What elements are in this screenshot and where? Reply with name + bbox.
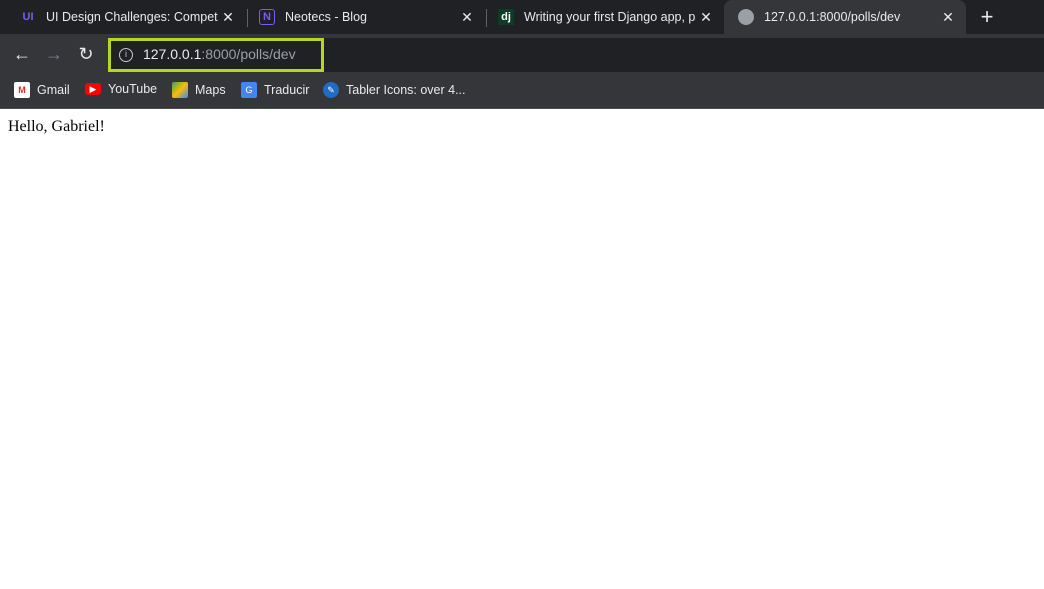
reload-button[interactable]: ↻: [76, 44, 96, 65]
tab-polls-dev[interactable]: 127.0.0.1:8000/polls/dev ✕: [724, 0, 966, 34]
bookmark-gmail[interactable]: M Gmail: [14, 82, 70, 98]
new-tab-button[interactable]: +: [977, 4, 997, 30]
back-button[interactable]: ←: [12, 44, 32, 65]
address-path: :8000/polls/dev: [201, 46, 296, 62]
translate-icon: G: [241, 82, 257, 98]
django-logo-icon: dj: [498, 9, 514, 25]
bookmark-tabler[interactable]: ✎ Tabler Icons: over 4...: [323, 82, 466, 98]
tab-title: Neotecs - Blog: [285, 10, 367, 24]
forward-button[interactable]: →: [44, 44, 64, 65]
tab-title: 127.0.0.1:8000/polls/dev: [764, 10, 901, 24]
tab-neotecs[interactable]: N Neotecs - Blog ✕: [245, 0, 485, 34]
globe-icon: [738, 9, 754, 25]
tab-ui-design[interactable]: UI UI Design Challenges: Compete ✕: [6, 0, 246, 34]
bookmark-label: YouTube: [108, 82, 158, 96]
tabler-icon: ✎: [323, 82, 339, 98]
uidesign-logo-icon: UI: [22, 11, 34, 23]
tab-django[interactable]: dj Writing your first Django app, pa ✕: [484, 0, 724, 34]
address-host: 127.0.0.1: [143, 46, 202, 62]
bookmark-label: Gmail: [37, 83, 70, 97]
close-icon[interactable]: ✕: [938, 9, 958, 26]
tab-title: Writing your first Django app, pa: [524, 10, 696, 24]
bookmark-label: Tabler Icons: over 4...: [346, 83, 466, 97]
bookmark-label: Maps: [195, 83, 226, 97]
bookmark-traducir[interactable]: G Traducir: [241, 82, 309, 98]
notion-logo-icon: N: [259, 9, 275, 25]
maps-icon: [172, 82, 188, 98]
info-icon[interactable]: i: [119, 48, 133, 62]
bookmark-maps[interactable]: Maps: [172, 82, 226, 98]
close-icon[interactable]: ✕: [457, 9, 477, 26]
greeting-text: Hello, Gabriel!: [8, 118, 105, 135]
bookmark-youtube[interactable]: ▶ YouTube: [85, 82, 157, 96]
tab-title: UI Design Challenges: Compete: [46, 10, 218, 24]
bookmark-label: Traducir: [264, 83, 310, 97]
gmail-icon: M: [14, 82, 30, 98]
close-icon[interactable]: ✕: [218, 9, 238, 26]
close-icon[interactable]: ✕: [696, 9, 716, 26]
address-text[interactable]: 127.0.0.1:8000/polls/dev: [143, 46, 296, 62]
youtube-icon: ▶: [85, 83, 101, 95]
